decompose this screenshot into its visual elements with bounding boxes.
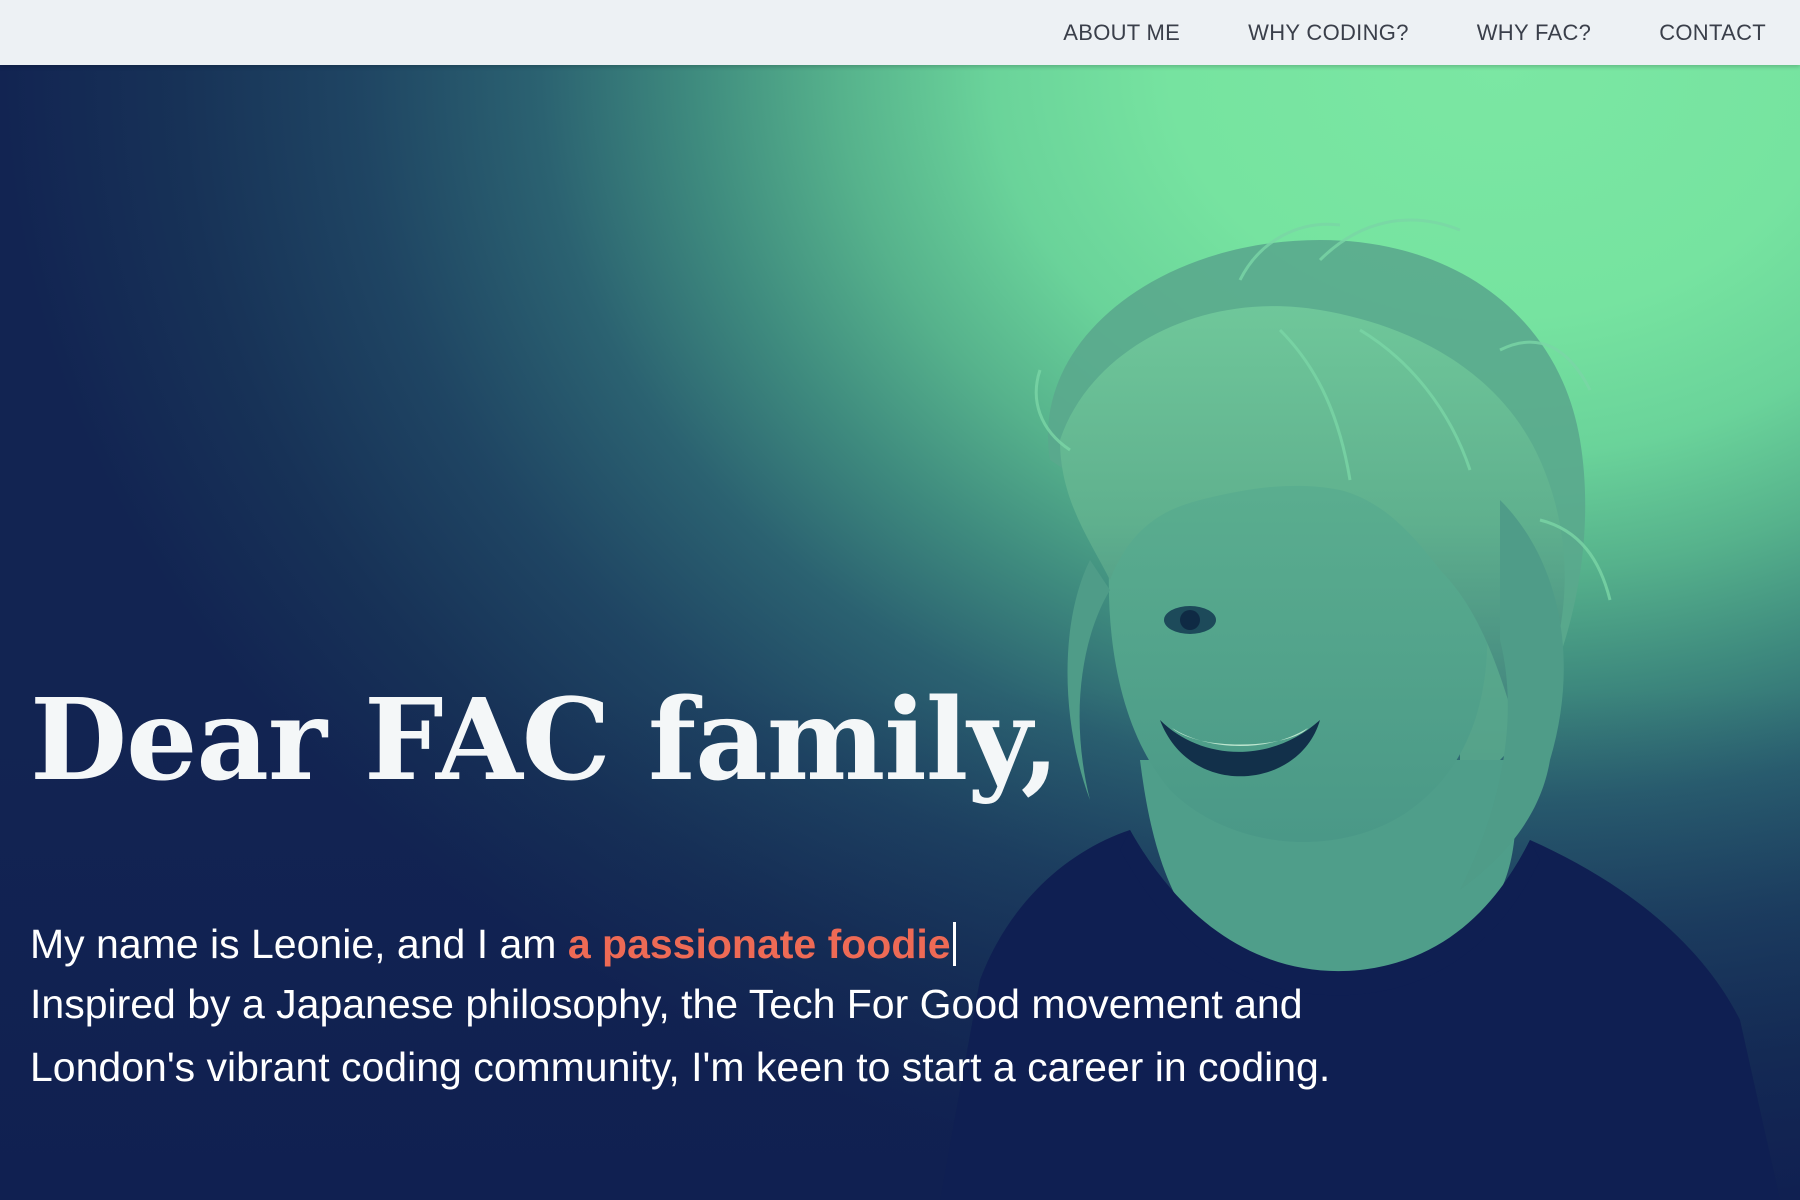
typing-cursor <box>952 922 956 966</box>
nav-link-contact[interactable]: CONTACT <box>1659 20 1766 46</box>
hero-body-text: Inspired by a Japanese philosophy, the T… <box>30 981 1331 1090</box>
hero-section: Dear FAC family, My name is Leonie, and … <box>0 65 1800 1200</box>
intro-prefix: My name is Leonie, and I am <box>30 921 568 967</box>
hero-title: Dear FAC family, <box>30 675 1060 806</box>
hero-intro: My name is Leonie, and I am a passionate… <box>30 913 956 975</box>
nav-menu: ABOUT ME WHY CODING? WHY FAC? CONTACT <box>995 0 1766 65</box>
page: ABOUT ME WHY CODING? WHY FAC? CONTACT De… <box>0 0 1800 1200</box>
typed-text: a passionate foodie <box>567 921 951 967</box>
navbar: ABOUT ME WHY CODING? WHY FAC? CONTACT <box>0 0 1800 65</box>
nav-link-why-coding[interactable]: WHY CODING? <box>1248 20 1409 46</box>
nav-link-why-fac[interactable]: WHY FAC? <box>1477 20 1591 46</box>
nav-link-about-me[interactable]: ABOUT ME <box>1063 20 1180 46</box>
